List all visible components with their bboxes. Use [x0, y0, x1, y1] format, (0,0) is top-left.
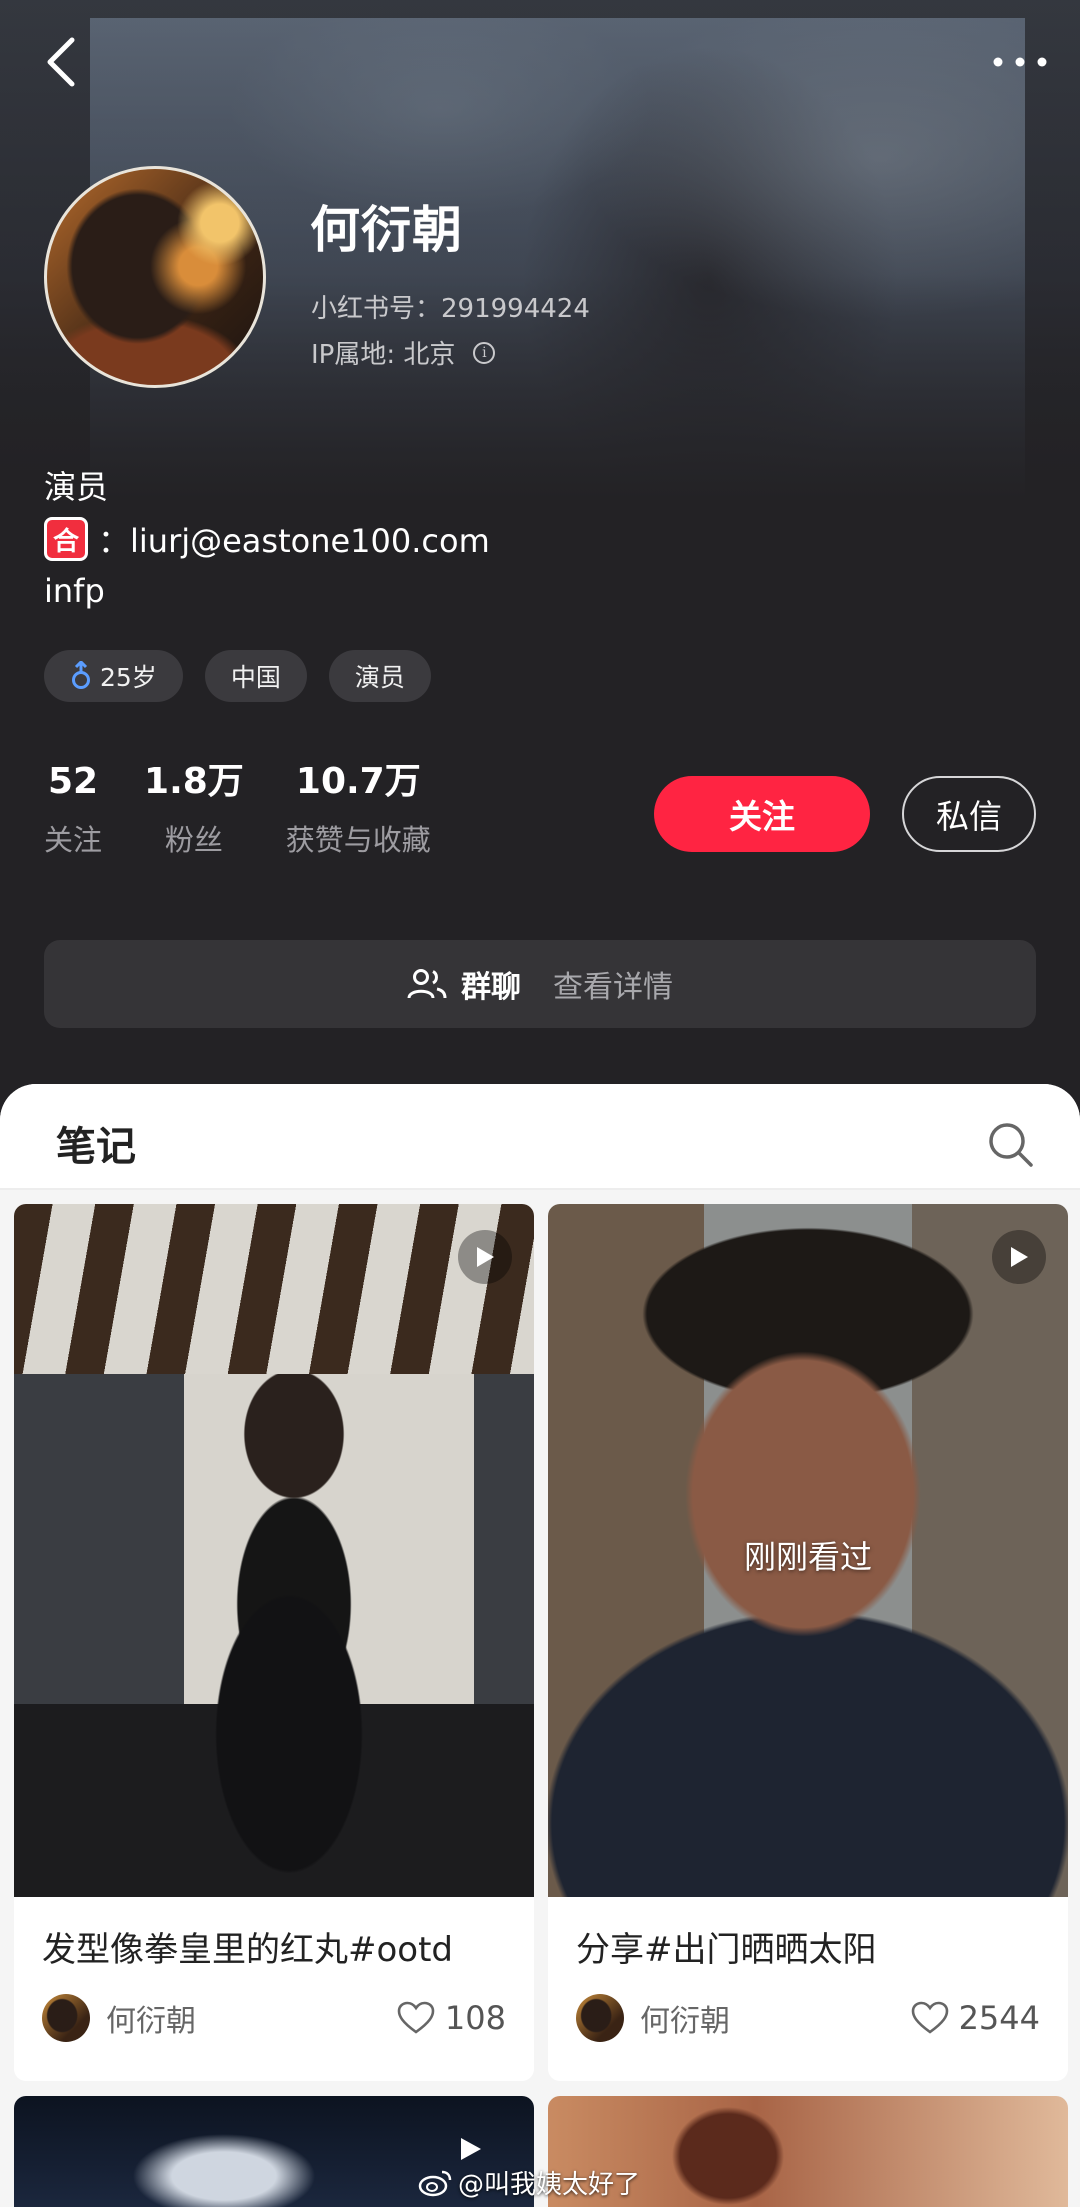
- like-button[interactable]: 2544: [911, 1999, 1040, 2037]
- group-chat-title: 群聊: [461, 970, 521, 1005]
- note-title: 发型像拳皇里的红丸#ootd: [42, 1930, 454, 1970]
- heart-icon: [911, 2001, 948, 2034]
- tag-country: 中国: [204, 650, 307, 702]
- weibo-watermark: @叫我姨太好了: [418, 2164, 640, 2201]
- ip-location: IP属地: 北京 i: [311, 334, 496, 371]
- like-count: 2544: [958, 1999, 1040, 2037]
- more-options-button[interactable]: [980, 30, 1060, 94]
- male-icon: [72, 661, 90, 689]
- play-icon: [461, 2138, 481, 2160]
- red-id[interactable]: 小红书号：291994424: [311, 288, 590, 325]
- message-button[interactable]: 私信: [902, 776, 1036, 852]
- stat-followers[interactable]: 1.8万 粉丝: [144, 760, 244, 859]
- video-badge: [458, 1230, 512, 1284]
- tag-occupation: 演员: [328, 650, 431, 702]
- play-icon: [477, 1247, 494, 1267]
- chevron-left-icon: [47, 37, 75, 87]
- stat-following[interactable]: 52 关注: [44, 760, 102, 859]
- note-footer: 何衍朝 2544: [576, 1992, 1040, 2044]
- search-button[interactable]: [986, 1120, 1034, 1168]
- profile-avatar[interactable]: [44, 166, 266, 388]
- notes-sheet: 笔记 发型像拳皇里的红丸#ootd 何衍朝 108 刚刚看过 分享#出门晒晒太阳…: [0, 1084, 1080, 2207]
- group-chat-detail: 查看详情: [553, 970, 673, 1005]
- tab-notes[interactable]: 笔记: [56, 1114, 136, 1172]
- info-icon[interactable]: i: [473, 341, 496, 364]
- note-card[interactable]: 发型像拳皇里的红丸#ootd 何衍朝 108: [14, 1204, 534, 2081]
- bio-email: ：liurj@eastone100.com: [98, 522, 490, 560]
- group-chat-bar[interactable]: 群聊 查看详情: [44, 940, 1036, 1028]
- heart-icon: [397, 2001, 435, 2034]
- more-dots-icon: [993, 57, 1047, 67]
- video-badge: [992, 1230, 1046, 1284]
- like-count: 108: [444, 1999, 506, 2037]
- author-avatar[interactable]: [42, 1994, 90, 2042]
- stat-likes-collects[interactable]: 10.7万 获赞与收藏: [286, 760, 431, 859]
- bio-line-mbti: infp: [44, 572, 105, 610]
- note-title: 分享#出门晒晒太阳: [576, 1930, 877, 1970]
- he-emoji-icon: 合: [44, 517, 88, 561]
- profile-name: 何衍朝: [310, 201, 463, 259]
- ip-location-text: IP属地: 北京: [311, 340, 456, 370]
- bio-line-contact: 合 ：liurj@eastone100.com: [44, 516, 490, 562]
- note-cover-image: [14, 1204, 534, 1897]
- like-button[interactable]: 108: [397, 1999, 506, 2037]
- profile-tags: 25岁 中国 演员: [44, 650, 431, 702]
- play-icon: [1011, 1247, 1028, 1267]
- bio-line-occupation: 演员: [44, 468, 109, 506]
- tag-age: 25岁: [44, 650, 183, 702]
- author-avatar[interactable]: [576, 1994, 624, 2042]
- follow-button[interactable]: 关注: [654, 776, 870, 852]
- search-icon: [989, 1123, 1033, 1167]
- author-name[interactable]: 何衍朝: [640, 1996, 730, 2040]
- notes-header: 笔记: [0, 1084, 1080, 1190]
- back-button[interactable]: [30, 30, 94, 94]
- note-card[interactable]: 刚刚看过 分享#出门晒晒太阳 何衍朝 2544: [548, 1204, 1068, 2081]
- group-users-icon: [407, 969, 447, 999]
- profile-stats: 52 关注 1.8万 粉丝 10.7万 获赞与收藏: [44, 760, 431, 859]
- note-cover-image: 刚刚看过: [548, 1204, 1068, 1897]
- note-footer: 何衍朝 108: [42, 1992, 506, 2044]
- recently-viewed-label: 刚刚看过: [743, 1538, 872, 1576]
- watermark-text: @叫我姨太好了: [458, 2170, 641, 2200]
- weibo-icon: [418, 2170, 452, 2196]
- author-name[interactable]: 何衍朝: [106, 1996, 196, 2040]
